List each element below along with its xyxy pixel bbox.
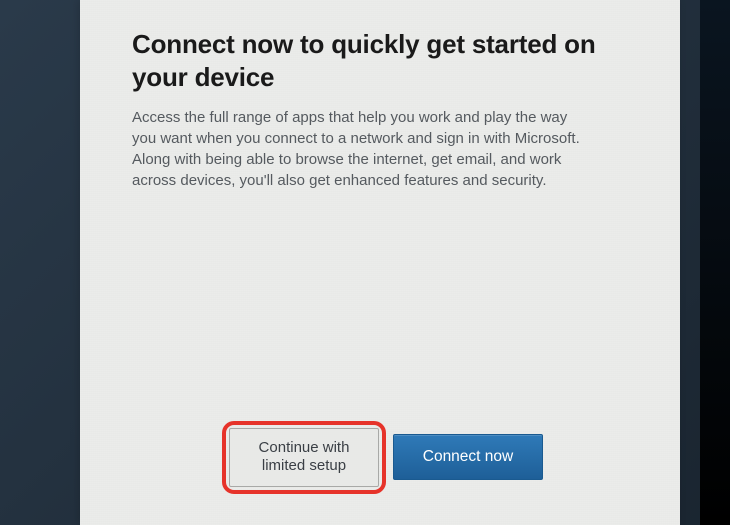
button-label-line2: limited setup xyxy=(262,457,346,474)
continue-limited-setup-button[interactable]: Continue with limited setup xyxy=(229,428,379,488)
dialog-heading: Connect now to quickly get started on yo… xyxy=(132,28,640,93)
photo-edge xyxy=(700,0,730,525)
button-row: Continue with limited setup Connect now xyxy=(132,428,640,506)
connect-now-button[interactable]: Connect now xyxy=(393,434,543,480)
spacer xyxy=(132,191,640,428)
dialog-description: Access the full range of apps that help … xyxy=(132,107,592,191)
setup-dialog: Connect now to quickly get started on yo… xyxy=(80,0,680,525)
button-label-line1: Continue with xyxy=(259,439,350,456)
